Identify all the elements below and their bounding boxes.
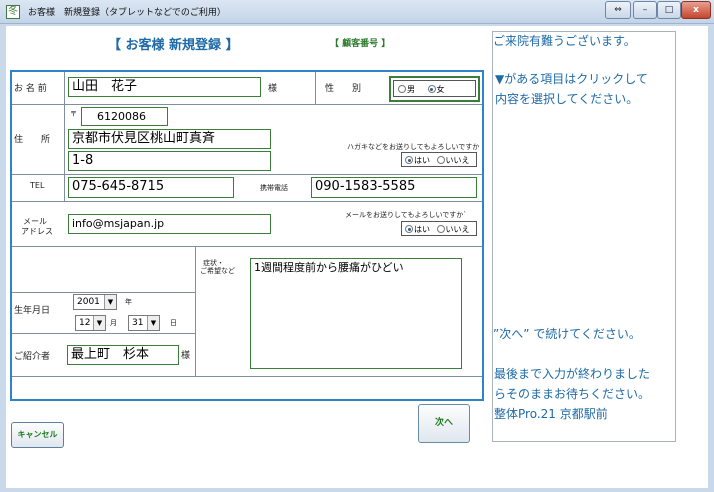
email-option-no[interactable]: いいえ xyxy=(436,225,470,234)
info-clinic-name: 整体Pro.21 京都駅前 xyxy=(494,407,608,421)
postal-code-field[interactable]: 6120086 xyxy=(81,107,168,126)
gender-label: 性 別 xyxy=(325,84,362,94)
mobile-field[interactable]: 090-1583-5585 xyxy=(311,177,477,198)
address-line2-field[interactable]: 1-8 xyxy=(68,151,271,171)
month-unit: 月 xyxy=(110,319,117,327)
info-welcome: ご来院有難うございます。 xyxy=(493,34,636,48)
postal-mark: 〒 xyxy=(70,110,77,118)
email-option-yes[interactable]: はい xyxy=(405,225,430,234)
symptoms-label-line2: ご希望など xyxy=(200,267,235,275)
column-divider xyxy=(315,72,316,104)
info-dropdown-hint-2: 内容を選択してください。 xyxy=(495,92,639,106)
customer-number-label: 【 顧客番号 】 xyxy=(330,39,391,49)
referrer-suffix: 様 xyxy=(181,351,191,361)
chevron-down-icon: ▼ xyxy=(147,316,159,330)
column-divider xyxy=(64,72,65,201)
referrer-label: ご紹介者 xyxy=(14,352,51,362)
tel-label: TEL xyxy=(30,181,45,190)
email-label-line2: アドレス xyxy=(21,227,53,236)
next-button[interactable]: 次へ xyxy=(418,404,470,443)
gender-radio-box: 男 女 xyxy=(393,80,476,97)
row-divider xyxy=(12,246,482,247)
row-divider xyxy=(12,376,482,377)
maximize-button[interactable]: □ xyxy=(657,1,681,19)
postal-mail-radio-box: はい いいえ xyxy=(401,152,477,167)
row-divider xyxy=(12,333,195,334)
name-suffix: 様 xyxy=(268,84,278,94)
column-divider xyxy=(195,246,196,377)
close-button[interactable]: x xyxy=(681,1,711,19)
referrer-field[interactable]: 最上町 杉本 xyxy=(67,345,179,365)
restore-button[interactable]: ⇔ xyxy=(605,1,631,19)
info-dropdown-hint-1: ▼がある項目はクリックして xyxy=(495,72,648,86)
symptoms-textarea[interactable]: 1週間程度前から腰痛がひどい xyxy=(250,258,462,369)
postal-mail-option-yes[interactable]: はい xyxy=(405,156,430,165)
title-bar: 冬 お客様 新規登録（タブレットなどでのご利用） ⇔ – □ x xyxy=(0,0,714,24)
email-question: メールをお送りしてもよろしいですか` xyxy=(345,211,467,219)
tel-field[interactable]: 075-645-8715 xyxy=(68,177,234,198)
info-next-hint: ”次へ” で続けてください。 xyxy=(493,327,641,341)
row-divider xyxy=(12,292,195,293)
name-field[interactable]: 山田 花子 xyxy=(68,77,261,97)
gender-option-female[interactable]: 女 xyxy=(427,85,445,94)
cancel-button[interactable]: キャンセル xyxy=(11,422,64,448)
app-icon: 冬 xyxy=(6,5,20,19)
birth-year-select[interactable]: 2001 ▼ xyxy=(73,294,117,310)
chevron-down-icon: ▼ xyxy=(104,295,116,309)
day-unit: 日 xyxy=(170,319,177,327)
postal-mail-question: ハガキなどをお送りしてもよろしいですか xyxy=(347,143,480,151)
gender-option-male[interactable]: 男 xyxy=(398,85,415,94)
address-label: 住 所 xyxy=(14,135,51,145)
birth-day-select[interactable]: 31 ▼ xyxy=(128,315,160,331)
email-field[interactable]: info@msjapan.jp xyxy=(68,214,271,234)
name-label: お 名 前 xyxy=(14,84,47,94)
info-wait-hint-2: らそのままお待ちください。 xyxy=(494,387,651,401)
address-line1-field[interactable]: 京都市伏見区桃山町真斉 xyxy=(68,129,271,149)
postal-mail-option-no[interactable]: いいえ xyxy=(436,156,470,165)
row-divider xyxy=(12,104,482,105)
email-radio-box: はい いいえ xyxy=(401,221,477,236)
birthdate-label: 生年月日 xyxy=(14,306,51,316)
window-title: お客様 新規登録（タブレットなどでのご利用） xyxy=(28,8,226,18)
mobile-label: 携帯電話 xyxy=(260,184,288,192)
info-wait-hint-1: 最後まで入力が終わりました xyxy=(494,367,651,381)
birth-month-select[interactable]: 12 ▼ xyxy=(75,315,106,331)
row-divider xyxy=(12,174,482,175)
minimize-button[interactable]: – xyxy=(633,1,657,19)
row-divider xyxy=(12,201,482,202)
chevron-down-icon: ▼ xyxy=(93,316,105,330)
page-title: 【 お客様 新規登録 】 xyxy=(108,38,239,53)
year-unit: 年 xyxy=(125,298,132,306)
